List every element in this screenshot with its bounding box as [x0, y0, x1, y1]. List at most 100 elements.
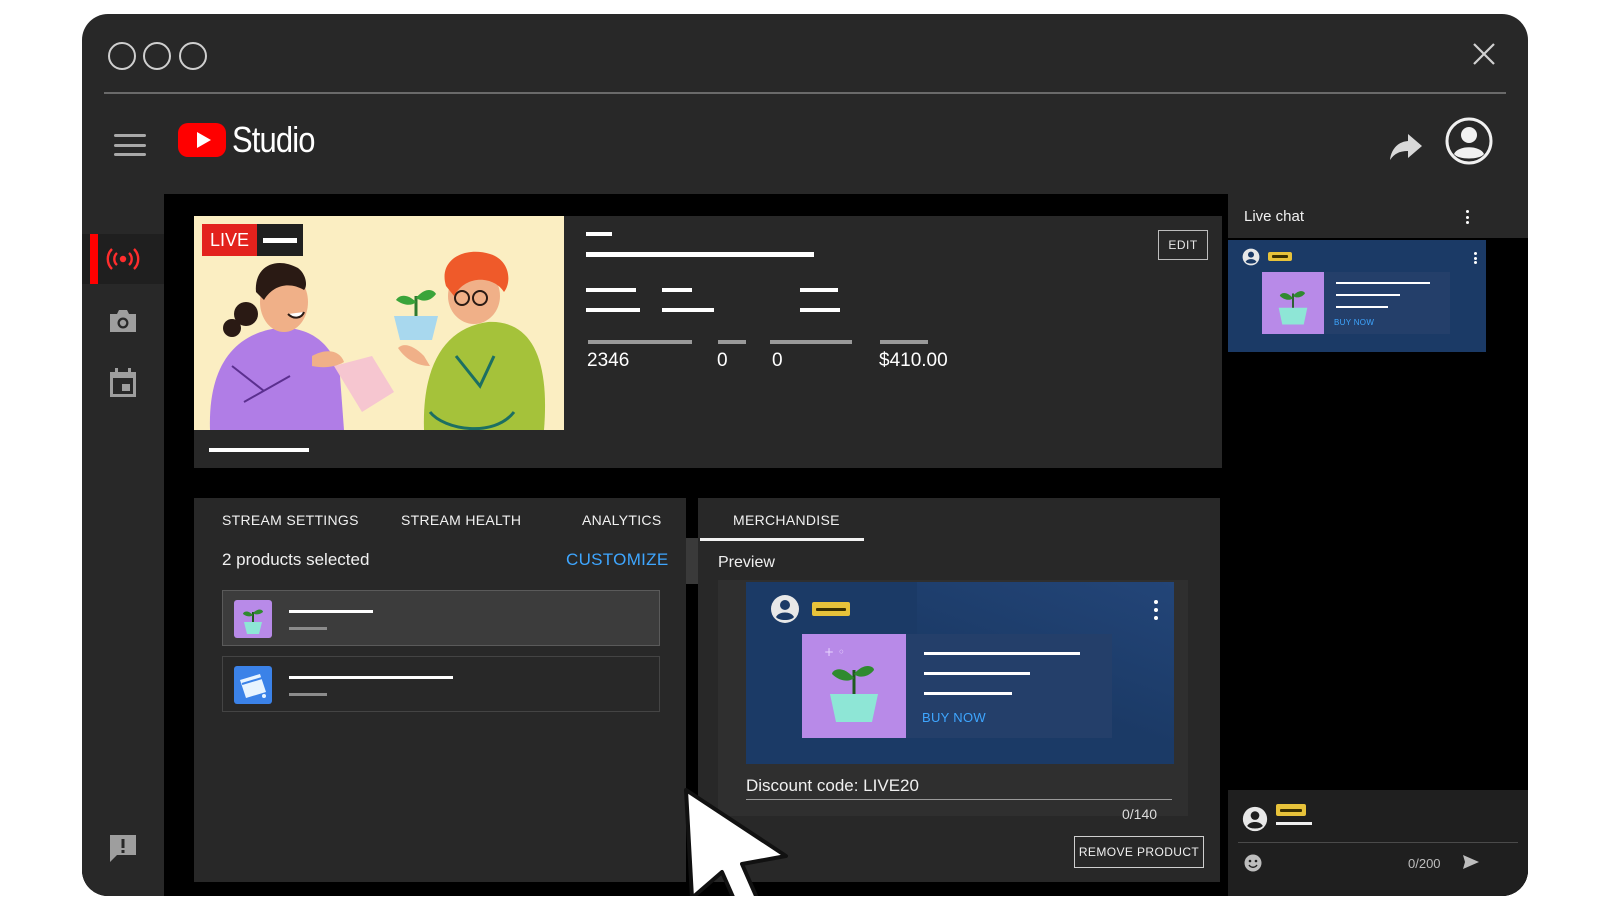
hamburger-icon[interactable]	[114, 134, 146, 156]
kebab-icon[interactable]	[1154, 600, 1158, 620]
chat-product-message: BUY NOW	[1228, 240, 1486, 352]
stat-revenue: $410.00	[879, 350, 948, 371]
kebab-icon[interactable]	[1474, 252, 1477, 264]
app-header: Studio	[82, 94, 1528, 194]
discount-char-counter: 0/140	[1122, 806, 1158, 822]
tab-analytics[interactable]: ANALYTICS	[582, 512, 661, 528]
panel-divider[interactable]	[686, 538, 698, 584]
stream-category-placeholder	[586, 232, 612, 236]
kebab-icon[interactable]	[1466, 210, 1469, 224]
account-icon	[771, 595, 799, 623]
tab-stream-health[interactable]: STREAM HEALTH	[401, 512, 521, 528]
stat-viewers: 2346	[587, 350, 630, 371]
chat-preview-card: + ◦ BUY NOW	[746, 582, 1174, 764]
app-body: LIVE EDIT 2346 0 0 $410.00 STREAM SETTIN…	[82, 194, 1528, 896]
product-price-placeholder	[1336, 306, 1388, 308]
window-titlebar	[82, 14, 1528, 92]
stream-title-placeholder	[586, 252, 814, 257]
product-plant-image: + ◦	[802, 634, 906, 738]
username-placeholder	[1276, 822, 1312, 825]
plant-icon: + ◦	[824, 645, 878, 722]
nav-item-feedback[interactable]	[82, 828, 164, 868]
mouse-pointer-icon	[684, 788, 788, 896]
camera-icon	[110, 310, 136, 332]
live-badge: LIVE	[202, 224, 304, 256]
plant-icon	[243, 609, 263, 634]
stream-card: LIVE EDIT 2346 0 0 $410.00	[194, 216, 1222, 468]
share-icon[interactable]	[1388, 132, 1424, 162]
live-broadcast-icon	[106, 248, 140, 270]
tab-merchandise[interactable]: MERCHANDISE	[733, 512, 840, 528]
product-info-box: BUY NOW	[1324, 272, 1450, 334]
meta-placeholder	[662, 288, 692, 292]
active-tab-indicator	[700, 538, 864, 541]
meta-placeholder	[662, 308, 714, 312]
live-chat-header: Live chat	[1228, 194, 1528, 238]
close-icon[interactable]	[1470, 40, 1498, 68]
youtube-logo-icon	[178, 123, 226, 157]
studio-window: Studio LIVE EDIT 2346 0 0 $410.00 STREAM…	[82, 14, 1528, 896]
thumbnail-caption-placeholder	[209, 448, 309, 452]
side-nav	[82, 194, 164, 896]
stream-thumbnail[interactable]: LIVE	[194, 216, 564, 430]
meta-placeholder	[800, 288, 838, 292]
customize-button[interactable]: CUSTOMIZE	[566, 550, 669, 570]
chat-input-underline[interactable]	[1238, 842, 1518, 843]
product-price-placeholder	[924, 692, 1012, 695]
discount-field-underline	[746, 799, 1172, 800]
product-desc-placeholder	[1336, 294, 1400, 296]
meta-placeholder	[586, 308, 640, 312]
chat-input-area: 0/200	[1228, 790, 1528, 896]
stat-likes: 0	[717, 350, 728, 371]
tab-stream-settings[interactable]: STREAM SETTINGS	[222, 512, 359, 528]
product-info-box: BUY NOW	[906, 634, 1112, 738]
product-price-placeholder	[289, 627, 327, 630]
meta-placeholder	[586, 288, 636, 292]
product-plant-image	[1262, 272, 1324, 334]
watering-can-icon	[240, 674, 266, 698]
product-item[interactable]	[222, 656, 660, 712]
username-badge	[812, 602, 850, 616]
product-name-placeholder	[289, 610, 373, 613]
product-desc-placeholder	[924, 672, 1030, 675]
remove-product-button[interactable]: REMOVE PRODUCT	[1074, 836, 1204, 868]
username-badge	[1268, 252, 1292, 261]
stat-label-placeholder	[880, 340, 928, 344]
send-icon[interactable]	[1462, 854, 1480, 870]
nav-item-live[interactable]	[82, 234, 164, 284]
stat-label-placeholder	[588, 340, 692, 344]
account-icon[interactable]	[1444, 116, 1494, 166]
calendar-icon	[110, 368, 136, 397]
studio-logo[interactable]: Studio	[178, 118, 328, 162]
feedback-icon	[110, 835, 136, 862]
window-dot-maximize[interactable]	[179, 42, 207, 70]
username-badge	[1276, 804, 1306, 816]
live-title-placeholder	[257, 224, 303, 256]
product-can-thumbnail	[234, 666, 272, 704]
emoji-icon[interactable]	[1244, 854, 1262, 872]
app-name: Studio	[232, 119, 315, 160]
meta-placeholder	[800, 308, 840, 312]
buy-now-link[interactable]: BUY NOW	[922, 710, 986, 725]
product-item[interactable]	[222, 590, 660, 646]
buy-now-link[interactable]: BUY NOW	[1334, 318, 1374, 327]
window-dot-close[interactable]	[108, 42, 136, 70]
window-dot-minimize[interactable]	[143, 42, 171, 70]
product-plant-thumbnail	[234, 600, 272, 638]
nav-item-schedule[interactable]	[82, 358, 164, 408]
product-price-placeholder	[289, 693, 327, 696]
live-chat-title: Live chat	[1244, 208, 1305, 225]
plant-icon	[1278, 291, 1308, 325]
edit-button[interactable]: EDIT	[1158, 230, 1208, 260]
svg-text:+ ◦: + ◦	[824, 645, 845, 659]
live-label: LIVE	[202, 224, 258, 256]
account-icon	[1242, 248, 1260, 266]
stat-chat: 0	[772, 350, 783, 371]
chat-char-counter: 0/200	[1408, 856, 1441, 871]
nav-item-camera[interactable]	[82, 296, 164, 346]
preview-label: Preview	[718, 554, 775, 571]
product-name-placeholder	[289, 676, 453, 679]
product-name-placeholder	[1336, 282, 1430, 284]
account-icon	[1242, 806, 1268, 832]
stat-label-placeholder	[718, 340, 746, 344]
